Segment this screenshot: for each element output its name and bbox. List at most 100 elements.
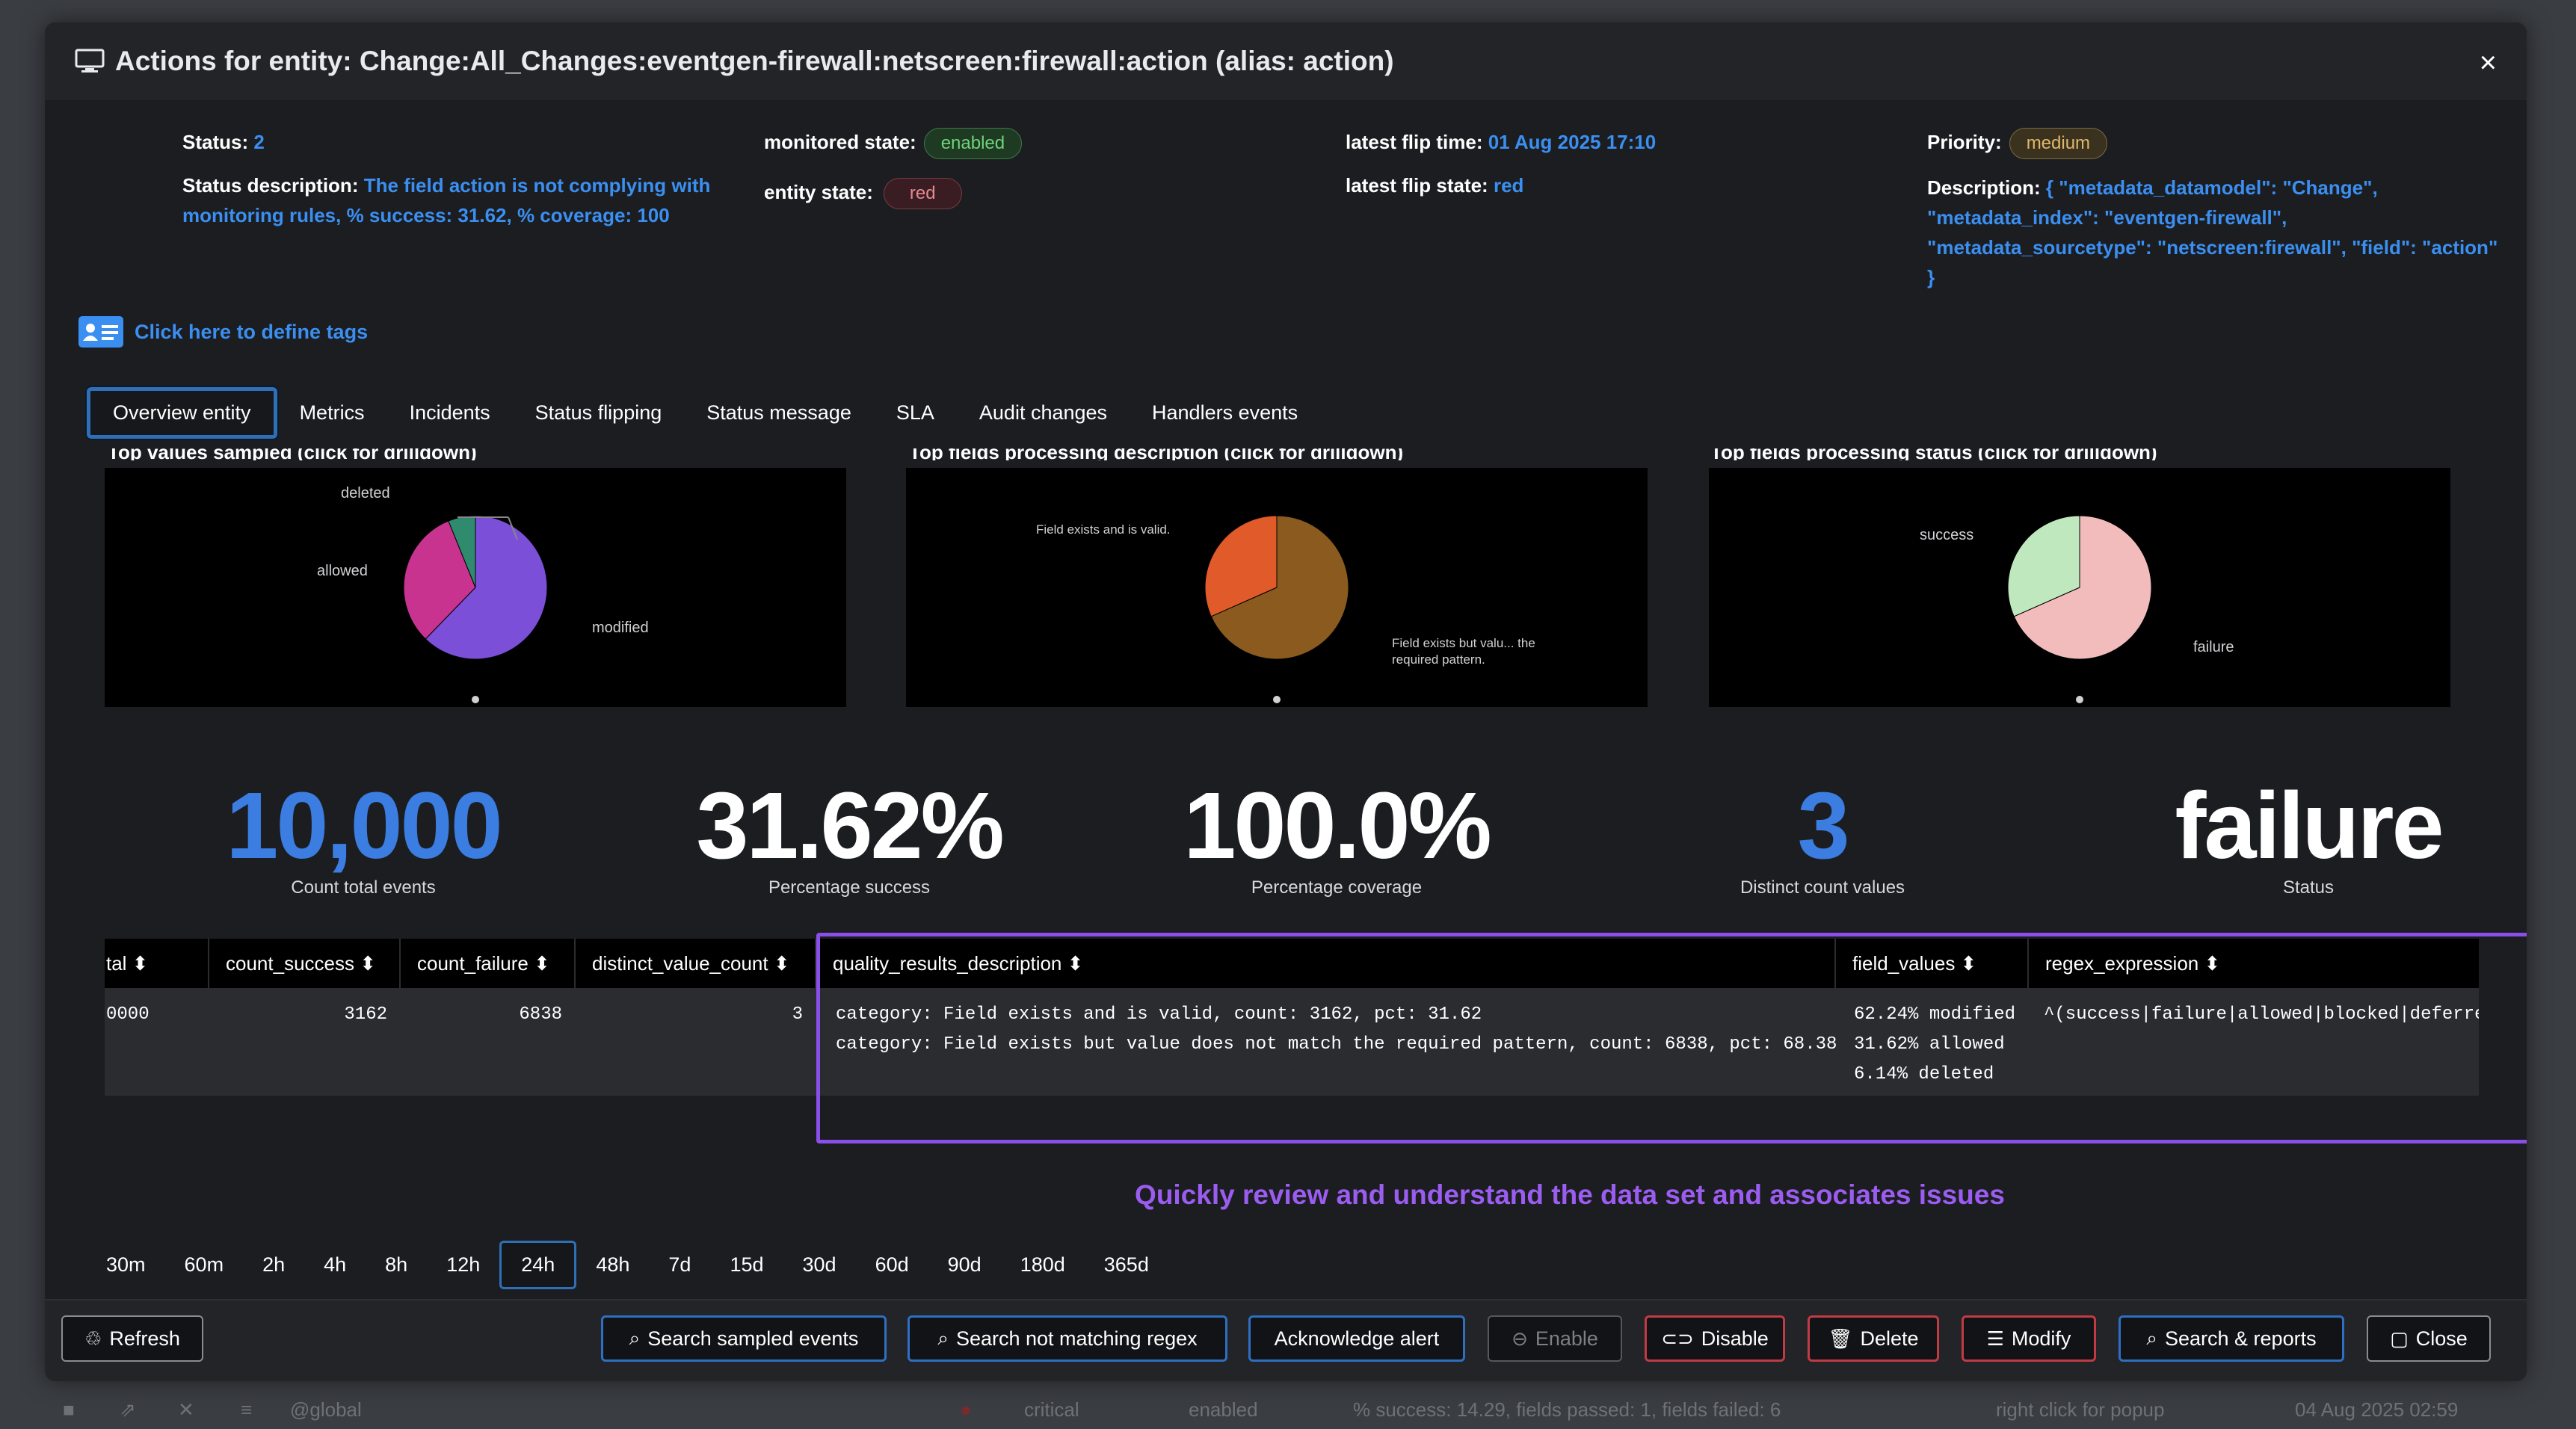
state-column: monitored state: enabled entity state: red: [764, 127, 1302, 210]
pager-dot[interactable]: [2076, 696, 2083, 703]
range-180d[interactable]: 180d: [1001, 1243, 1085, 1287]
modal-header: Actions for entity: Change:All_Changes:e…: [45, 22, 2527, 100]
kpi-value: 3: [1797, 773, 1849, 878]
kpi-label: Count total events: [291, 877, 436, 898]
pie2-label-notmatch-1: Field exists but valu... the: [1392, 636, 1535, 650]
bg-database-icon: ≡: [241, 1398, 253, 1421]
trash-icon: 🗑: [1828, 1327, 1853, 1350]
bg-square-icon: ■: [63, 1398, 75, 1421]
range-15d[interactable]: 15d: [710, 1243, 783, 1287]
pager-dot[interactable]: [472, 696, 479, 703]
cell-regex-expression: ^(success|failure|allowed|blocked|deferr…: [2044, 1004, 2479, 1025]
latest-flip-state-label: latest flip state:: [1346, 174, 1488, 197]
modify-button[interactable]: ☰ Modify: [1962, 1315, 2096, 1362]
col-header-count-success[interactable]: count_success ⬍: [209, 939, 401, 988]
col-header-regex-expression[interactable]: regex_expression ⬍: [2029, 939, 2479, 988]
flip-column: latest flip time: 01 Aug 2025 17:10 late…: [1346, 127, 1914, 200]
monitored-state-badge: enabled: [923, 128, 1023, 160]
delete-label: Delete: [1860, 1327, 1919, 1350]
range-90d[interactable]: 90d: [928, 1243, 1001, 1287]
status-description-line1: The field action is not complying with: [363, 174, 711, 197]
range-60d[interactable]: 60d: [856, 1243, 928, 1287]
pie-chart-values-sampled[interactable]: deleted allowed modified: [105, 468, 846, 707]
enable-button[interactable]: ⊖ Enable: [1488, 1315, 1622, 1362]
results-table: tal ⬍ count_success ⬍ count_failure ⬍ di…: [105, 939, 2479, 1118]
pie-chart-fields-status[interactable]: success failure: [1709, 468, 2450, 707]
kpi-status: failure Status: [2121, 777, 2495, 898]
annotation-callout: Quickly review and understand the data s…: [1135, 1179, 2005, 1210]
entity-state-label: entity state:: [764, 181, 873, 204]
range-60m[interactable]: 60m: [165, 1243, 244, 1287]
close-icon[interactable]: ×: [2480, 46, 2497, 80]
bg-priority: critical: [1024, 1398, 1079, 1421]
tab-status-flipping[interactable]: Status flipping: [513, 391, 685, 435]
close-label: Close: [2415, 1327, 2468, 1350]
table-row[interactable]: 0000 3162 6838 3 category: Field exists …: [105, 988, 2479, 1096]
cell-field-values: 62.24% modified 31.62% allowed 6.14% del…: [1854, 1004, 2016, 1084]
toggle-off-icon: ⊖: [1512, 1327, 1528, 1350]
range-24h[interactable]: 24h: [499, 1241, 577, 1289]
close-button[interactable]: ▢ Close: [2367, 1315, 2491, 1362]
define-tags-text[interactable]: Click here to define tags: [135, 321, 368, 344]
range-30d[interactable]: 30d: [783, 1243, 856, 1287]
range-12h[interactable]: 12h: [427, 1243, 499, 1287]
col-header-distinct-value-count[interactable]: distinct_value_count ⬍: [576, 939, 816, 988]
pie3-label-success: success: [1920, 527, 1973, 543]
col-header-total[interactable]: tal ⬍: [105, 939, 209, 988]
tab-metrics[interactable]: Metrics: [277, 391, 387, 435]
col-header-count-failure[interactable]: count_failure ⬍: [401, 939, 576, 988]
search-reports-button[interactable]: ⌕ Search & reports: [2119, 1315, 2344, 1362]
range-7d[interactable]: 7d: [649, 1243, 710, 1287]
pie1-label-allowed: allowed: [317, 563, 368, 579]
priority-badge: medium: [2009, 128, 2108, 160]
define-tags-link[interactable]: Click here to define tags: [78, 315, 368, 348]
range-48h[interactable]: 48h: [576, 1243, 649, 1287]
tab-status-message[interactable]: Status message: [684, 391, 874, 435]
col-header-field-values[interactable]: field_values ⬍: [1836, 939, 2029, 988]
latest-flip-time-label: latest flip time:: [1346, 131, 1483, 153]
disable-button[interactable]: ⊂⊃ Disable: [1645, 1315, 1785, 1362]
enable-label: Enable: [1535, 1327, 1598, 1350]
delete-button[interactable]: 🗑 Delete: [1808, 1315, 1939, 1362]
range-4h[interactable]: 4h: [304, 1243, 366, 1287]
pie-svg-2: Field exists and is valid. Field exists …: [1036, 515, 1535, 703]
kpi-distinct-count: 3 Distinct count values: [1636, 777, 2009, 898]
bg-status-dot-icon: ●: [960, 1398, 972, 1421]
tab-handlers-events[interactable]: Handlers events: [1130, 391, 1320, 435]
kpi-value: 31.62%: [696, 773, 1004, 878]
chart-title-values-sampled: Top values sampled (click for drilldown): [108, 448, 477, 460]
range-2h[interactable]: 2h: [243, 1243, 304, 1287]
bg-state: enabled: [1189, 1398, 1258, 1421]
col-header-quality-results[interactable]: quality_results_description ⬍: [816, 939, 1836, 988]
pager-dot[interactable]: [1273, 696, 1281, 703]
search-not-matching-label: Search not matching regex: [955, 1327, 1198, 1350]
search-not-matching-regex-button[interactable]: ⌕ Search not matching regex: [908, 1315, 1227, 1362]
refresh-button[interactable]: ♲ Refresh: [61, 1315, 203, 1362]
tab-overview-entity[interactable]: Overview entity: [85, 386, 279, 440]
kpi-value: 100.0%: [1183, 773, 1491, 878]
bg-app: @global: [290, 1398, 362, 1421]
range-30m[interactable]: 30m: [87, 1243, 165, 1287]
tab-audit-changes[interactable]: Audit changes: [957, 391, 1130, 435]
modify-label: Modify: [2011, 1327, 2071, 1350]
pie2-label-valid: Field exists and is valid.: [1036, 522, 1171, 537]
entity-state-badge: red: [883, 178, 962, 210]
pie-svg-3: success failure: [1920, 515, 2234, 703]
description-line1: { "metadata_datamodel": "Change",: [2045, 176, 2378, 200]
refresh-label: Refresh: [109, 1327, 180, 1350]
search-sampled-events-button[interactable]: ⌕ Search sampled events: [601, 1315, 887, 1362]
latest-flip-state-value: red: [1493, 174, 1524, 197]
acknowledge-alert-button[interactable]: Acknowledge alert: [1248, 1315, 1465, 1362]
tab-incidents[interactable]: Incidents: [387, 391, 513, 435]
cell-total: 0000: [106, 1004, 150, 1025]
cell-distinct-value-count: 3: [792, 1004, 803, 1025]
modal-title: Actions for entity: Change:All_Changes:e…: [115, 46, 1394, 76]
range-365d[interactable]: 365d: [1085, 1243, 1168, 1287]
description-line3: "metadata_sourcetype": "netscreen:firewa…: [1927, 236, 2498, 259]
pie-chart-fields-description[interactable]: Field exists and is valid. Field exists …: [906, 468, 1648, 707]
priority-label: Priority:: [1927, 131, 2002, 153]
search-icon: ⌕: [937, 1327, 949, 1349]
pie3-label-failure: failure: [2193, 639, 2234, 655]
tab-sla[interactable]: SLA: [874, 391, 957, 435]
range-8h[interactable]: 8h: [366, 1243, 427, 1287]
